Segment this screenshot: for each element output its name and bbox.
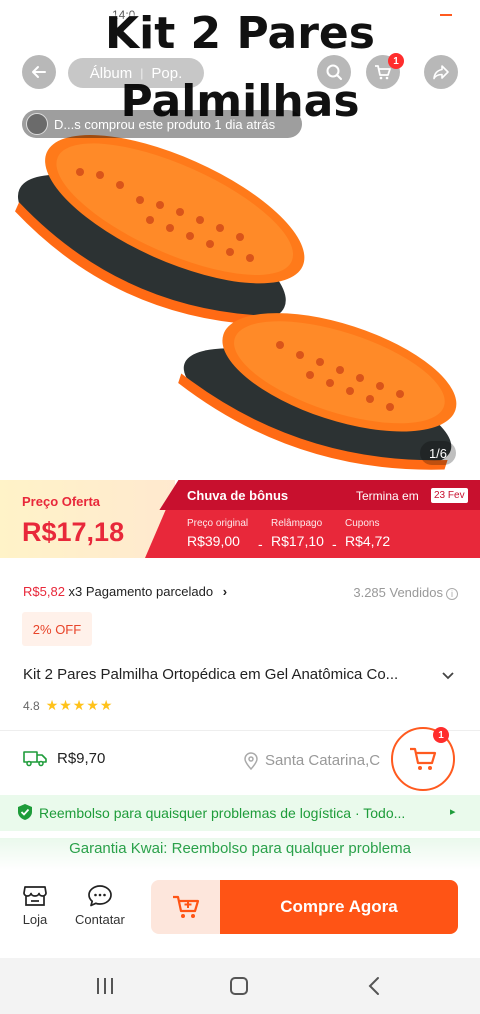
minus-sign: - xyxy=(258,536,263,552)
info-icon[interactable]: i xyxy=(446,588,458,600)
back-icon[interactable] xyxy=(364,975,386,997)
installment-text: x3 Pagamento parcelado xyxy=(64,584,214,599)
gallery-segment-switch[interactable]: Álbum | Pop. xyxy=(68,58,204,88)
recent-buyer-notice: D...s comprou este produto 1 dia atrás xyxy=(22,110,302,138)
contact-button[interactable]: Contatar xyxy=(75,884,125,927)
share-arrow-icon xyxy=(433,65,449,80)
cart-icon xyxy=(410,747,437,770)
bonus-title: Chuva de bônus xyxy=(187,488,289,503)
segment-divider: | xyxy=(140,66,144,80)
home-icon[interactable] xyxy=(228,975,250,997)
chat-bubble-icon xyxy=(88,885,112,907)
shipping-price: R$9,70 xyxy=(57,750,106,767)
share-button[interactable] xyxy=(424,55,458,89)
cart-add-icon xyxy=(173,895,200,918)
chevron-down-icon[interactable] xyxy=(441,668,455,682)
rating-value: 4.8 xyxy=(23,698,40,713)
segment-pop[interactable]: Pop. xyxy=(151,65,182,82)
overlay-title-line1: Kit 2 Pares xyxy=(105,8,375,59)
coupon-discount: Cupons R$4,72 xyxy=(345,518,391,549)
shipping-location[interactable]: Santa Catarina,C xyxy=(265,752,395,769)
star-rating-icons: ★★★★★ xyxy=(45,697,114,713)
store-label: Loja xyxy=(22,912,48,927)
sold-count: 3.285 Vendidos i xyxy=(353,585,458,600)
search-icon xyxy=(326,64,342,80)
back-button[interactable] xyxy=(22,55,56,89)
installment-amount: R$5,82 xyxy=(23,584,65,599)
flash-discount: Relâmpago R$17,10 xyxy=(271,518,324,549)
chevron-right-icon: › xyxy=(222,584,228,599)
rating: 4.8 ★★★★★ xyxy=(23,697,113,714)
refund-text: Reembolso para quaisquer problemas de lo… xyxy=(39,805,406,821)
ends-date: 23 Fev xyxy=(431,488,468,503)
store-icon xyxy=(23,886,47,906)
offer-price-label: Preço Oferta xyxy=(22,494,101,509)
add-to-cart-button[interactable] xyxy=(151,880,221,934)
original-price: Preço original R$39,00 xyxy=(187,518,249,549)
installment-link[interactable]: R$5,82 x3 Pagamento parcelado › xyxy=(23,584,227,599)
avatar xyxy=(26,113,48,135)
floating-cart-button[interactable]: 1 xyxy=(391,727,455,791)
truck-icon xyxy=(23,751,47,767)
recent-buyer-text: D...s comprou este produto 1 dia atrás xyxy=(54,116,276,132)
cart-button[interactable]: 1 xyxy=(366,53,404,89)
guarantee-text: Garantia Kwai: Reembolso para qualquer p… xyxy=(0,838,480,870)
minus-sign: - xyxy=(332,536,337,552)
discount-badge: 2% OFF xyxy=(22,612,92,646)
cart-badge: 1 xyxy=(433,727,449,743)
recent-apps-icon[interactable] xyxy=(94,975,116,997)
cart-badge: 1 xyxy=(388,53,404,69)
product-title[interactable]: Kit 2 Pares Palmilha Ortopédica em Gel A… xyxy=(23,666,443,683)
image-counter: 1/6 xyxy=(420,441,456,465)
segment-album[interactable]: Álbum xyxy=(90,65,133,82)
ends-label: Termina em xyxy=(356,489,419,503)
chevron-right-icon[interactable]: ▸ xyxy=(450,805,456,818)
offer-price-value: R$17,18 xyxy=(22,517,125,547)
search-button[interactable] xyxy=(317,55,351,89)
product-image-area[interactable]: 14:0 Kit 2 Pares Palmilhas Álbum | Pop. … xyxy=(0,0,480,480)
location-pin-icon xyxy=(244,752,258,770)
contact-label: Contatar xyxy=(75,912,125,927)
price-banner: Preço Oferta R$17,18 Chuva de bônus Term… xyxy=(0,480,480,558)
shield-check-icon xyxy=(18,804,32,820)
store-button[interactable]: Loja xyxy=(22,884,48,927)
buy-now-button[interactable]: Compre Agora xyxy=(220,880,458,934)
arrow-left-icon xyxy=(32,66,46,78)
